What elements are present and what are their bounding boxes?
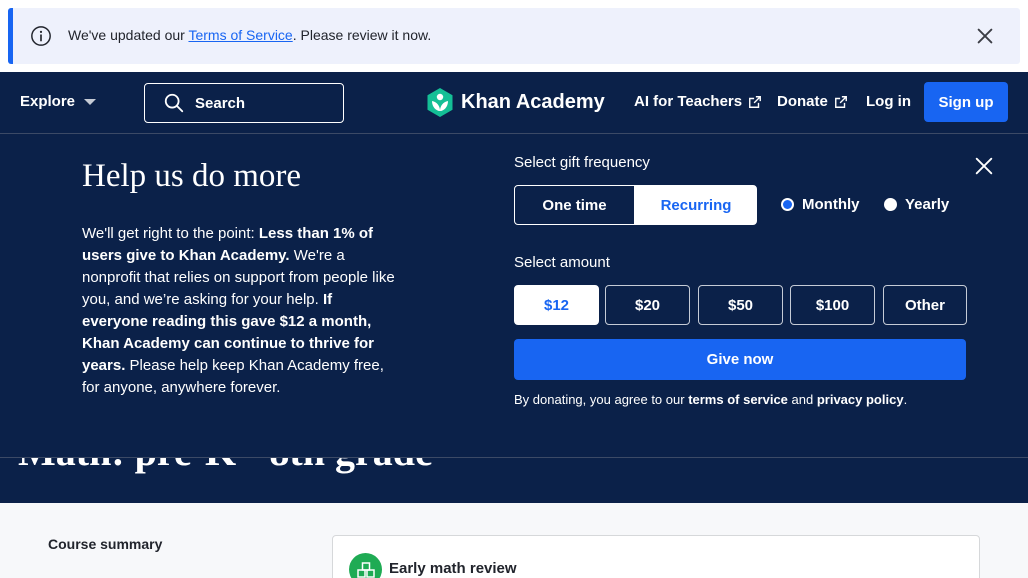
external-link-icon xyxy=(749,95,762,108)
amount-option[interactable]: $20 xyxy=(605,285,690,325)
monthly-radio[interactable]: Monthly xyxy=(781,196,860,213)
amount-label: Select amount xyxy=(514,254,610,271)
banner-text-suffix: . Please review it now. xyxy=(292,27,432,43)
unit-card[interactable]: Early math review xyxy=(332,535,980,578)
banner-message: We've updated our Terms of Service. Plea… xyxy=(68,27,431,43)
pitch-text-1: We'll get right to the point: xyxy=(82,225,259,242)
monthly-label: Monthly xyxy=(802,196,860,213)
donation-pitch: We'll get right to the point: Less than … xyxy=(82,223,402,399)
ai-for-teachers-link[interactable]: AI for Teachers xyxy=(634,93,762,110)
search-icon xyxy=(164,93,184,113)
terms-of-service-link[interactable]: terms of service xyxy=(688,392,788,407)
amount-option-other[interactable]: Other xyxy=(883,285,967,325)
search-placeholder: Search xyxy=(195,94,246,112)
close-icon[interactable] xyxy=(973,155,995,177)
khan-academy-logo[interactable]: Khan Academy xyxy=(427,88,605,117)
legal-text-3: . xyxy=(903,392,908,407)
blocks-icon xyxy=(349,553,382,578)
amount-option[interactable]: $50 xyxy=(698,285,783,325)
radio-selected-icon xyxy=(781,198,794,211)
info-icon xyxy=(31,26,51,46)
course-summary-heading[interactable]: Course summary xyxy=(48,536,162,552)
yearly-radio[interactable]: Yearly xyxy=(884,196,949,213)
unit-card-title: Early math review xyxy=(389,560,517,577)
gift-frequency-label: Select gift frequency xyxy=(514,154,650,171)
donation-title: Help us do more xyxy=(82,158,302,194)
legal-text-1: By donating, you agree to our xyxy=(514,392,689,407)
logo-text: Khan Academy xyxy=(461,91,605,113)
search-input[interactable]: Search xyxy=(144,83,344,123)
course-content: Course summary Early math review xyxy=(0,503,1028,578)
hero-divider xyxy=(0,457,1028,458)
recurring-option[interactable]: Recurring xyxy=(635,185,757,225)
site-header: Explore Search Khan Academy AI for Teach… xyxy=(0,72,1028,134)
chevron-down-icon xyxy=(84,98,97,105)
donation-legal-text: By donating, you agree to our terms of s… xyxy=(514,392,907,407)
yearly-label: Yearly xyxy=(905,196,950,213)
khan-academy-logo-icon xyxy=(427,88,453,117)
banner-text-prefix: We've updated our xyxy=(68,27,189,43)
explore-menu-button[interactable]: Explore xyxy=(20,93,97,110)
gift-frequency-toggle: One time Recurring xyxy=(514,185,757,225)
external-link-icon xyxy=(834,95,847,108)
donation-panel: Help us do more We'll get right to the p… xyxy=(0,134,1028,457)
banner-close-icon[interactable] xyxy=(974,25,996,47)
donate-label: Donate xyxy=(777,93,828,110)
amount-option[interactable]: $100 xyxy=(790,285,875,325)
explore-label: Explore xyxy=(20,93,76,110)
login-link[interactable]: Log in xyxy=(866,93,911,110)
amount-option[interactable]: $12 xyxy=(514,285,599,325)
pitch-text-3: Please help keep Khan Academy free, for … xyxy=(82,357,384,396)
give-now-button[interactable]: Give now xyxy=(514,339,966,380)
legal-text-2: and xyxy=(787,392,817,407)
terms-of-service-link[interactable]: Terms of Service xyxy=(188,27,292,43)
donate-link[interactable]: Donate xyxy=(777,93,848,110)
notification-banner: We've updated our Terms of Service. Plea… xyxy=(8,8,1020,64)
one-time-option[interactable]: One time xyxy=(514,185,635,225)
radio-unselected-icon xyxy=(884,198,897,211)
signup-button[interactable]: Sign up xyxy=(924,82,1008,122)
privacy-policy-link[interactable]: privacy policy xyxy=(817,392,904,407)
ai-for-teachers-label: AI for Teachers xyxy=(634,93,743,110)
